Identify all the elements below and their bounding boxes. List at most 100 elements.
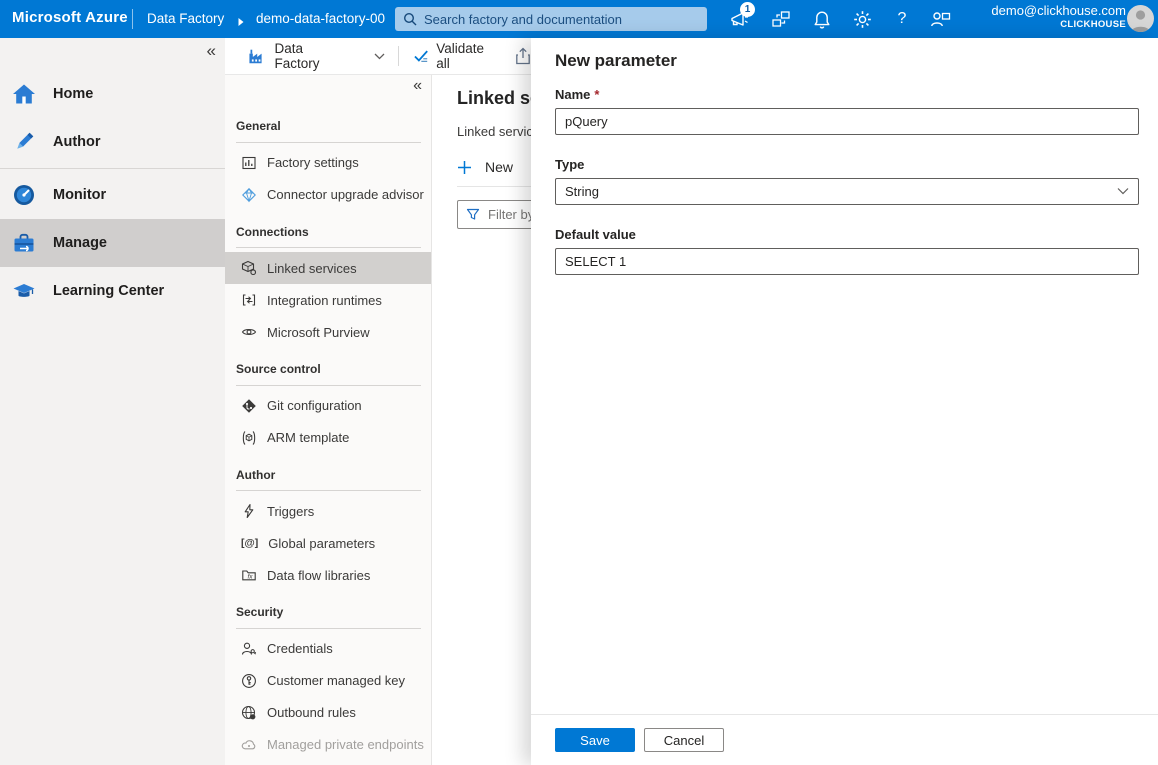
topbar-divider — [132, 9, 133, 29]
sidebar-item-home[interactable]: Home — [0, 70, 225, 118]
nav-item-label: Microsoft Purview — [267, 325, 370, 340]
nav-item-label: Factory settings — [267, 155, 359, 170]
azure-top-bar: Microsoft Azure Data Factory demo-data-f… — [0, 0, 1158, 38]
triggers-lightning-icon — [241, 503, 257, 519]
nav-item-label: Managed private endpoints — [267, 737, 424, 752]
default-value-label: Default value — [555, 227, 1139, 242]
validate-all-button[interactable]: Validate all — [413, 41, 500, 71]
whats-new-button[interactable]: 1 — [727, 7, 751, 31]
sidebar-item-label: Learning Center — [53, 283, 164, 299]
purview-eye-icon — [241, 324, 257, 340]
factory-toolbar: Data Factory Validate all — [225, 38, 531, 75]
home-icon — [11, 81, 37, 107]
nav-item-customer-managed-key[interactable]: Customer managed key — [225, 665, 431, 697]
export-icon — [515, 47, 531, 65]
section-rule — [236, 142, 421, 143]
name-input[interactable] — [555, 108, 1139, 135]
nav-item-managed-private-endpoints[interactable]: Managed private endpoints — [225, 729, 431, 761]
sidebar-item-learning-center[interactable]: Learning Center — [0, 267, 225, 315]
section-header: General — [225, 113, 431, 142]
nav-item-credentials[interactable]: Credentials — [225, 633, 431, 665]
section-rule — [236, 490, 421, 491]
export-button[interactable] — [515, 47, 531, 65]
nav-item-arm-template[interactable]: ARM template — [225, 422, 431, 454]
type-dropdown-value: String — [565, 184, 599, 199]
nav-item-label: Connector upgrade advisor — [267, 187, 424, 202]
left-navigation: « Home Author Monitor Manage Learning Ce — [0, 38, 225, 765]
feedback-button[interactable] — [928, 7, 952, 31]
notification-badge: 1 — [740, 2, 755, 17]
switch-factory-icon — [771, 10, 791, 28]
avatar[interactable] — [1127, 5, 1154, 32]
nav-item-microsoft-purview[interactable]: Microsoft Purview — [225, 316, 431, 348]
nav-item-outbound-rules[interactable]: Outbound rules — [225, 697, 431, 729]
leftnav-divider — [0, 168, 225, 169]
search-input[interactable] — [424, 12, 699, 27]
type-label: Type — [555, 157, 1139, 172]
sidebar-item-monitor[interactable]: Monitor — [0, 171, 225, 219]
nav-item-label: Git configuration — [267, 398, 362, 413]
section-source-control: Source control Git configuration ARM tem… — [225, 356, 431, 454]
sidebar-item-manage[interactable]: Manage — [0, 219, 225, 267]
save-button[interactable]: Save — [555, 728, 635, 752]
nav-item-linked-services[interactable]: Linked services — [225, 252, 431, 284]
azure-brand[interactable]: Microsoft Azure — [12, 9, 128, 26]
nav-item-label: Credentials — [267, 641, 333, 656]
filter-funnel-icon — [466, 208, 480, 222]
breadcrumb-resource[interactable]: demo-data-factory-00 — [256, 11, 395, 26]
factory-switcher[interactable]: Data Factory — [247, 41, 385, 71]
managenav-collapse-icon[interactable]: « — [413, 77, 422, 95]
arm-template-icon — [241, 430, 257, 446]
sidebar-item-label: Home — [53, 86, 93, 102]
factory-settings-icon — [241, 155, 257, 171]
breadcrumb-chevron-icon — [237, 14, 245, 32]
gear-icon — [853, 10, 872, 29]
breadcrumb-app[interactable]: Data Factory — [147, 11, 224, 26]
required-marker: * — [594, 87, 599, 102]
nav-item-label: Global parameters — [268, 536, 375, 551]
manage-toolbox-icon — [11, 230, 37, 256]
nav-item-factory-settings[interactable]: Factory settings — [225, 147, 431, 179]
nav-item-data-flow-libraries[interactable]: fx Data flow libraries — [225, 559, 431, 591]
toolbar-divider — [398, 46, 399, 66]
nav-item-git-configuration[interactable]: Git configuration — [225, 390, 431, 422]
learning-center-cap-icon — [11, 278, 37, 304]
nav-item-integration-runtimes[interactable]: Integration runtimes — [225, 284, 431, 316]
validate-all-label: Validate all — [436, 41, 500, 71]
help-button[interactable]: ? — [890, 7, 914, 31]
nav-item-global-parameters[interactable]: [@] Global parameters — [225, 527, 431, 559]
sidebar-item-label: Monitor — [53, 187, 106, 203]
outbound-rules-icon — [241, 705, 257, 721]
section-header: Source control — [225, 356, 431, 385]
section-rule — [236, 628, 421, 629]
name-label-text: Name — [555, 87, 590, 102]
cancel-button[interactable]: Cancel — [644, 728, 724, 752]
git-icon — [241, 398, 257, 414]
new-parameter-panel: New parameter Name* Type String Default … — [531, 38, 1158, 765]
author-pencil-icon — [11, 129, 37, 155]
nav-item-connector-upgrade-advisor[interactable]: Connector upgrade advisor — [225, 179, 431, 211]
default-value-input[interactable] — [555, 248, 1139, 275]
nav-item-label: ARM template — [267, 430, 349, 445]
section-general: General Factory settings Connector upgra… — [225, 113, 431, 211]
switch-factory-button[interactable] — [769, 7, 793, 31]
section-author: Author Triggers [@] Global parameters fx… — [225, 462, 431, 592]
type-dropdown-chevron-icon — [1117, 187, 1129, 195]
account-info[interactable]: demo@clickhouse.com CLICKHOUSE — [991, 3, 1126, 31]
section-rule — [236, 247, 421, 248]
section-header: Connections — [225, 219, 431, 248]
settings-button[interactable] — [850, 7, 874, 31]
factory-icon — [247, 47, 265, 66]
connector-upgrade-advisor-icon — [241, 187, 257, 203]
validate-all-icon — [413, 49, 430, 64]
notifications-button[interactable] — [810, 7, 834, 31]
section-header: Author — [225, 462, 431, 491]
type-dropdown[interactable]: String — [555, 178, 1139, 205]
leftnav-collapse-icon[interactable]: « — [207, 41, 216, 61]
global-search-box[interactable] — [395, 7, 707, 31]
nav-item-triggers[interactable]: Triggers — [225, 495, 431, 527]
section-connections: Connections Linked services Integration … — [225, 219, 431, 349]
nav-item-label: Customer managed key — [267, 673, 405, 688]
sidebar-item-author[interactable]: Author — [0, 118, 225, 166]
new-button-label: New — [485, 159, 513, 175]
